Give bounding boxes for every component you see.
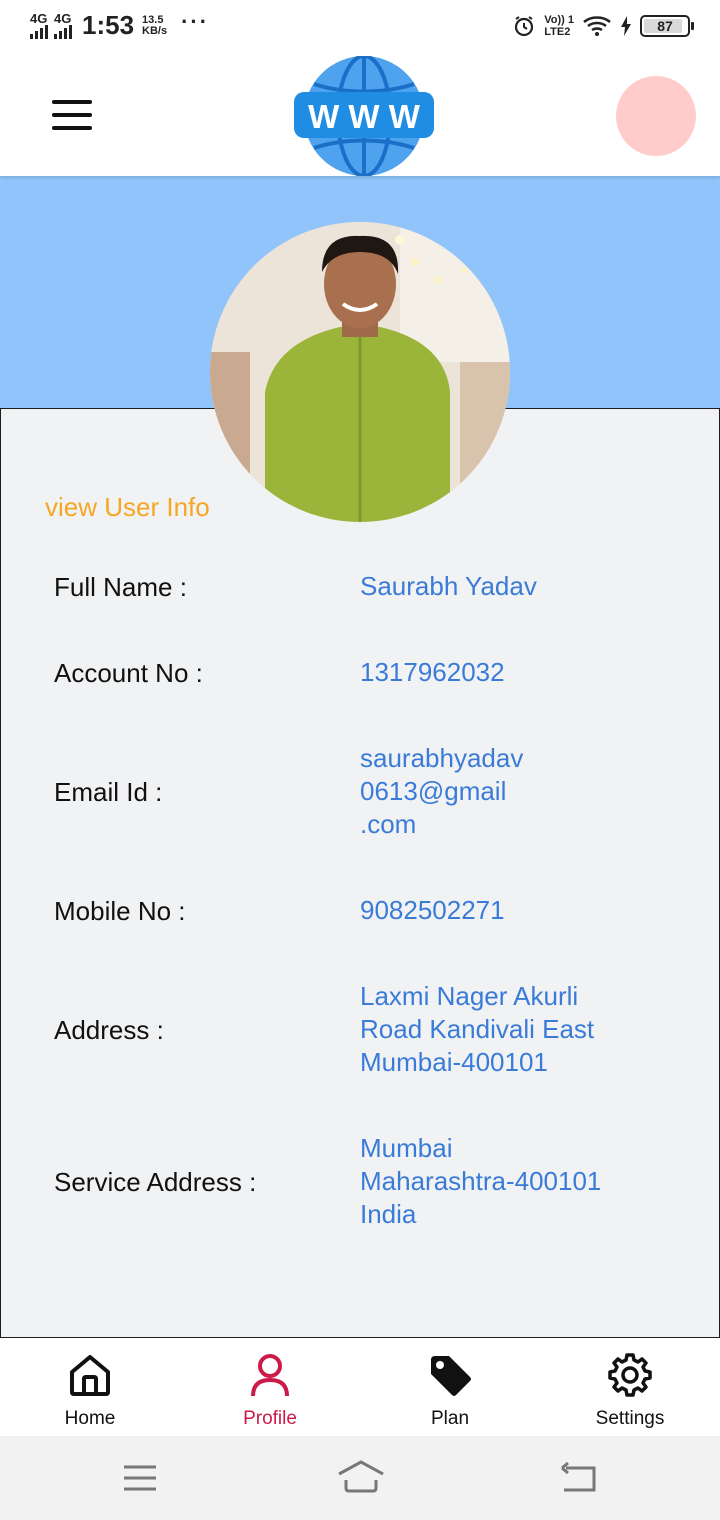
- charging-icon: [621, 16, 631, 36]
- signal-2: 4G: [54, 12, 72, 39]
- service-address-label: Service Address :: [54, 1167, 257, 1197]
- network-type-2: 4G: [54, 11, 72, 26]
- account-no-label: Account No :: [54, 658, 203, 688]
- network-speed: 13.5 KB/s: [142, 13, 168, 37]
- clock: 1:53: [82, 10, 135, 40]
- wifi-icon: [583, 16, 611, 36]
- address-label: Address :: [54, 1015, 164, 1045]
- mobile-no-value: 9082502271: [360, 895, 505, 925]
- nav-profile-label: Profile: [243, 1408, 297, 1429]
- full-name-label: Full Name :: [54, 572, 187, 602]
- address-value: Laxmi Nager Akurli Road Kandivali East M…: [360, 981, 595, 1077]
- email-value: saurabhyadav 0613@gmail .com: [360, 743, 524, 839]
- battery-indicator: 87: [640, 15, 694, 37]
- more-notifications-icon: ···: [181, 8, 210, 34]
- network-type-1: 4G: [30, 11, 48, 26]
- signal-1: 4G: [30, 12, 48, 39]
- system-home-icon[interactable]: [336, 1458, 386, 1498]
- logo-text: W W W: [308, 98, 421, 135]
- menu-icon: [52, 100, 92, 104]
- www-logo: W W W: [294, 56, 434, 176]
- nav-plan[interactable]: Plan: [360, 1338, 540, 1436]
- app-header: W W W: [0, 56, 720, 176]
- full-name-value: Saurabh Yadav: [360, 571, 537, 601]
- signal-bars-icon: [30, 25, 48, 39]
- view-user-info-title: view User Info: [45, 492, 210, 522]
- home-icon: [70, 1355, 110, 1396]
- user-icon: [251, 1354, 289, 1397]
- volte-bottom: LTE2: [544, 26, 571, 38]
- email-label: Email Id :: [54, 777, 163, 807]
- menu-button[interactable]: [52, 100, 92, 130]
- account-no-value: 1317962032: [360, 657, 505, 687]
- profile-photo: [210, 222, 510, 522]
- nav-settings-label: Settings: [595, 1408, 665, 1429]
- status-bar: 4G 4G 1:53 13.5 KB/s ··· Vo)) 1 LTE2 87: [0, 0, 720, 56]
- service-address-value: Mumbai Maharashtra-400101 India: [360, 1133, 602, 1229]
- nav-settings[interactable]: Settings: [540, 1338, 720, 1436]
- tag-icon: [431, 1356, 471, 1396]
- network-speed-unit: KB/s: [142, 24, 168, 37]
- nav-plan-label: Plan: [430, 1408, 470, 1429]
- volte-top: Vo)) 1: [544, 14, 574, 26]
- signal-bars-icon: [54, 25, 72, 39]
- recents-icon[interactable]: [118, 1458, 162, 1498]
- nav-home-label: Home: [64, 1408, 116, 1429]
- gear-icon: [608, 1353, 652, 1397]
- network-speed-value: 13.5: [142, 13, 164, 26]
- system-navigation-bar: [0, 1436, 720, 1520]
- back-icon[interactable]: [558, 1458, 602, 1498]
- bottom-navigation: Home Profile Plan Settings: [0, 1338, 720, 1436]
- account-avatar[interactable]: [616, 76, 696, 156]
- nav-home[interactable]: Home: [0, 1338, 180, 1436]
- battery-level: 87: [657, 18, 673, 34]
- mobile-no-label: Mobile No :: [54, 896, 186, 926]
- volte-indicator: Vo)) 1 LTE2: [544, 14, 574, 38]
- nav-profile[interactable]: Profile: [180, 1338, 360, 1436]
- alarm-icon: [515, 16, 534, 37]
